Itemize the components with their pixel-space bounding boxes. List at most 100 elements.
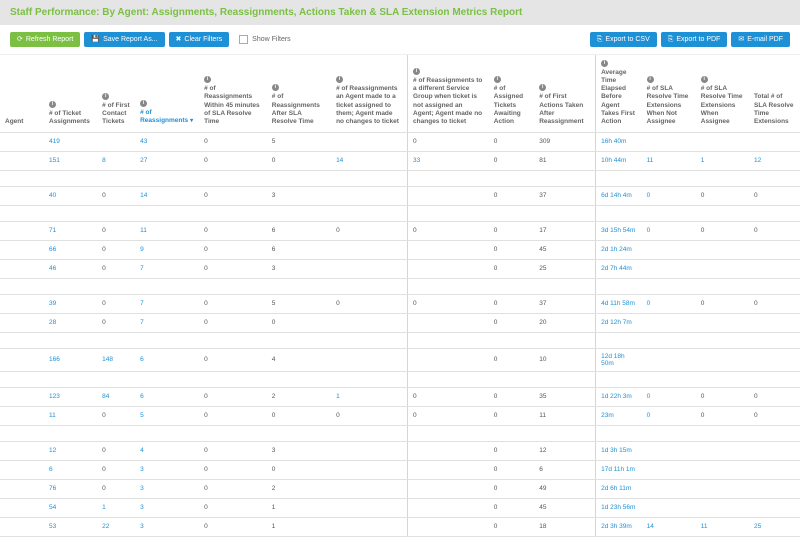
email-pdf-button[interactable]: ✉E-mail PDF: [731, 32, 790, 47]
cell[interactable]: [642, 498, 696, 517]
cell[interactable]: 14: [331, 151, 407, 170]
col-extNotAssignee[interactable]: i# of SLA Resolve Time Extensions When N…: [642, 55, 696, 132]
col-agentNoChg[interactable]: i# of Reassignments an Agent made to a t…: [331, 55, 407, 132]
cell: 0: [331, 406, 407, 425]
col-extAssignee[interactable]: i# of SLA Resolve Time Extensions When A…: [696, 55, 749, 132]
col-totalExt[interactable]: Total # of SLA Resolve Time Extensions: [749, 55, 800, 132]
cell[interactable]: 0: [642, 186, 696, 205]
cell[interactable]: 4d 11h 58m: [596, 294, 642, 313]
export-csv-button[interactable]: ⎘Export to CSV: [590, 32, 657, 47]
cell[interactable]: 7: [135, 313, 199, 332]
cell[interactable]: 10h 44m: [596, 151, 642, 170]
cell[interactable]: 1: [696, 151, 749, 170]
cell[interactable]: 16h 40m: [596, 132, 642, 151]
cell[interactable]: 12: [749, 151, 800, 170]
cell[interactable]: [642, 460, 696, 479]
cell[interactable]: 7: [135, 259, 199, 278]
cell[interactable]: [642, 348, 696, 371]
cell: [408, 517, 489, 536]
cell[interactable]: 0: [642, 406, 696, 425]
cell[interactable]: 11: [135, 221, 199, 240]
cell[interactable]: 148: [97, 348, 135, 371]
cell[interactable]: 12d 18h 50m: [596, 348, 642, 371]
cell[interactable]: 7: [135, 294, 199, 313]
cell[interactable]: 28: [44, 313, 97, 332]
show-filters-toggle[interactable]: Show Filters: [239, 35, 291, 44]
cell[interactable]: 1d 22h 3m: [596, 387, 642, 406]
cell[interactable]: 53: [44, 517, 97, 536]
cell[interactable]: 166: [44, 348, 97, 371]
cell[interactable]: 1d 3h 15m: [596, 441, 642, 460]
cell[interactable]: 66: [44, 240, 97, 259]
cell[interactable]: [642, 259, 696, 278]
cell[interactable]: 11: [696, 517, 749, 536]
col-reassign[interactable]: i# of Reassignments▾: [135, 55, 199, 132]
cell[interactable]: 3d 15h 54m: [596, 221, 642, 240]
cell[interactable]: 40: [44, 186, 97, 205]
cell[interactable]: [642, 240, 696, 259]
col-awaiting[interactable]: i# of Assigned Tickets Awaiting Action: [489, 55, 534, 132]
cell[interactable]: 17d 11h 1m: [596, 460, 642, 479]
cell[interactable]: 71: [44, 221, 97, 240]
cell[interactable]: 0: [642, 221, 696, 240]
cell[interactable]: 6d 14h 4m: [596, 186, 642, 205]
col-within45[interactable]: i# of Reassignments Within 45 minutes of…: [199, 55, 267, 132]
cell[interactable]: 11: [44, 406, 97, 425]
cell[interactable]: [642, 479, 696, 498]
cell[interactable]: 46: [44, 259, 97, 278]
cell[interactable]: 33: [408, 151, 489, 170]
cell[interactable]: 151: [44, 151, 97, 170]
cell[interactable]: 25: [749, 517, 800, 536]
cell[interactable]: 1d 23h 56m: [596, 498, 642, 517]
cell[interactable]: [642, 313, 696, 332]
cell[interactable]: 84: [97, 387, 135, 406]
cell[interactable]: 76: [44, 479, 97, 498]
cell[interactable]: 6: [135, 387, 199, 406]
cell[interactable]: 4: [135, 441, 199, 460]
cell: 12: [534, 441, 595, 460]
cell[interactable]: 8: [97, 151, 135, 170]
cell[interactable]: 2d 12h 7m: [596, 313, 642, 332]
col-diffGroup[interactable]: i# of Reassignments to a different Servi…: [408, 55, 489, 132]
col-avgTime[interactable]: iAverage Time Elapsed Before Agent Takes…: [596, 55, 642, 132]
clear-filters-button[interactable]: ✖Clear Filters: [169, 32, 230, 47]
cell[interactable]: 1: [331, 387, 407, 406]
cell[interactable]: 43: [135, 132, 199, 151]
cell[interactable]: 0: [642, 294, 696, 313]
col-firstContact[interactable]: i# of First Contact Tickets: [97, 55, 135, 132]
cell[interactable]: 11: [642, 151, 696, 170]
cell[interactable]: 2d 6h 11m: [596, 479, 642, 498]
save-report-button[interactable]: 💾Save Report As...: [84, 32, 164, 47]
export-pdf-button[interactable]: ⎘Export to PDF: [661, 32, 728, 47]
cell[interactable]: 5: [135, 406, 199, 425]
cell[interactable]: 123: [44, 387, 97, 406]
cell[interactable]: 9: [135, 240, 199, 259]
cell[interactable]: 6: [44, 460, 97, 479]
cell[interactable]: 3: [135, 498, 199, 517]
col-ticketAssign[interactable]: i# of Ticket Assignments: [44, 55, 97, 132]
cell[interactable]: 14: [135, 186, 199, 205]
col-agent[interactable]: Agent: [0, 55, 44, 132]
cell[interactable]: 419: [44, 132, 97, 151]
cell[interactable]: 1: [97, 498, 135, 517]
cell[interactable]: 3: [135, 460, 199, 479]
cell[interactable]: 14: [642, 517, 696, 536]
cell[interactable]: 2d 7h 44m: [596, 259, 642, 278]
cell[interactable]: 6: [135, 348, 199, 371]
cell[interactable]: 2d 3h 39m: [596, 517, 642, 536]
cell[interactable]: 3: [135, 517, 199, 536]
cell[interactable]: [642, 132, 696, 151]
cell[interactable]: 23m: [596, 406, 642, 425]
cell[interactable]: 39: [44, 294, 97, 313]
cell[interactable]: 54: [44, 498, 97, 517]
cell[interactable]: 0: [642, 387, 696, 406]
cell[interactable]: 2d 1h 24m: [596, 240, 642, 259]
cell[interactable]: 22: [97, 517, 135, 536]
cell[interactable]: [642, 441, 696, 460]
cell[interactable]: 12: [44, 441, 97, 460]
col-firstActions[interactable]: i# of First Actions Taken After Reassign…: [534, 55, 595, 132]
refresh-button[interactable]: ⟳Refresh Report: [10, 32, 80, 47]
cell[interactable]: 3: [135, 479, 199, 498]
col-afterSla[interactable]: i# of Reassignments After SLA Resolve Ti…: [267, 55, 331, 132]
cell[interactable]: 27: [135, 151, 199, 170]
